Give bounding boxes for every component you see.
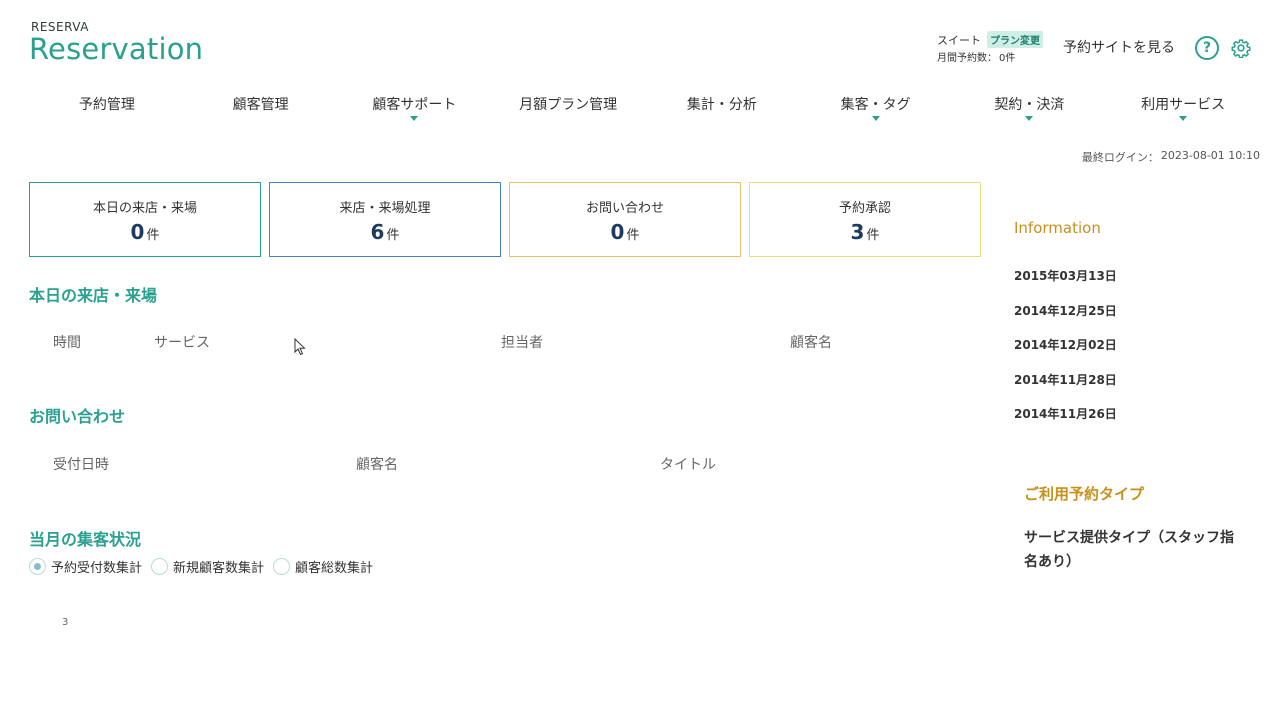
gear-icon[interactable] bbox=[1231, 38, 1251, 58]
nav-label: 利用サービス bbox=[1141, 97, 1226, 113]
card-label: お問い合わせ bbox=[585, 201, 664, 216]
card-label: 来店・来場処理 bbox=[339, 201, 431, 216]
nav-label: 契約・決済 bbox=[994, 97, 1065, 113]
nav-label: 集客・タグ bbox=[840, 97, 911, 113]
card-count: 0件 bbox=[30, 220, 260, 244]
column-header-customer: 顧客名 bbox=[790, 335, 832, 351]
column-header-staff: 担当者 bbox=[501, 335, 543, 351]
card-count: 0件 bbox=[510, 220, 740, 244]
today-visits-title: 本日の来店・来場 bbox=[29, 286, 158, 305]
reservation-type-title: ご利用予約タイプ bbox=[1024, 485, 1145, 503]
card-label: 本日の来店・来場 bbox=[92, 201, 197, 216]
information-title: Information bbox=[1014, 219, 1101, 237]
plan-name: スイート bbox=[937, 33, 981, 47]
card-today-visits[interactable]: 本日の来店・来場 0件 bbox=[29, 182, 261, 257]
column-header-received: 受付日時 bbox=[53, 457, 109, 473]
column-header-customer: 顧客名 bbox=[356, 457, 398, 473]
information-item[interactable]: 2014年12月02日 bbox=[1014, 336, 1117, 353]
card-value: 0 bbox=[610, 220, 625, 244]
last-login-label: 最終ログイン： bbox=[1081, 151, 1159, 164]
caret-down-icon bbox=[871, 116, 880, 121]
card-count: 6件 bbox=[270, 220, 500, 244]
caret-down-icon bbox=[410, 116, 419, 121]
card-inquiries[interactable]: お問い合わせ 0件 bbox=[509, 182, 741, 257]
last-login-value: 2023-08-01 10:10 bbox=[1160, 149, 1260, 162]
radio-reservations-count[interactable]: 予約受付数集計 bbox=[29, 557, 142, 576]
help-icon[interactable]: ? bbox=[1195, 36, 1219, 60]
nav-label: 集計・分析 bbox=[686, 97, 757, 113]
column-header-service: サービス bbox=[154, 335, 210, 351]
caret-down-icon bbox=[1179, 116, 1188, 121]
monthly-label: 月間予約数： bbox=[937, 53, 997, 64]
column-header-time: 時間 bbox=[53, 335, 81, 351]
card-label: 予約承認 bbox=[838, 201, 891, 216]
monthly-value: 0件 bbox=[999, 53, 1016, 64]
monthly-status-title: 当月の集客状況 bbox=[29, 530, 142, 549]
reservation-type-value: サービス提供タイプ（スタッフ指名あり） bbox=[1024, 530, 1234, 570]
card-reservation-approval[interactable]: 予約承認 3件 bbox=[749, 182, 981, 257]
radio-label: 予約受付数集計 bbox=[51, 561, 143, 576]
nav-label: 顧客サポート bbox=[372, 97, 457, 113]
nav-item-marketing-tags[interactable]: 集客・タグ bbox=[799, 94, 953, 124]
card-value: 3 bbox=[850, 220, 865, 244]
card-unit: 件 bbox=[866, 228, 880, 243]
column-header-title: タイトル bbox=[660, 457, 716, 473]
nav-item-customer-support[interactable]: 顧客サポート bbox=[338, 94, 492, 124]
plan-change-button[interactable]: プラン変更 bbox=[987, 31, 1043, 48]
radio-label: 顧客総数集計 bbox=[295, 561, 374, 576]
nav-item-reservations[interactable]: 予約管理 bbox=[30, 94, 184, 124]
monthly-reservations: 月間予約数： 0件 bbox=[937, 49, 1015, 64]
card-unit: 件 bbox=[626, 228, 640, 243]
inquiries-title: お問い合わせ bbox=[29, 407, 126, 426]
card-value: 0 bbox=[130, 220, 145, 244]
information-item[interactable]: 2015年03月13日 bbox=[1014, 267, 1117, 284]
radio-new-customers[interactable]: 新規顧客数集計 bbox=[151, 557, 264, 576]
aggregation-radio-group: 予約受付数集計 新規顧客数集計 顧客総数集計 bbox=[29, 557, 382, 576]
card-unit: 件 bbox=[146, 228, 160, 243]
card-count: 3件 bbox=[750, 220, 980, 244]
radio-unchecked-icon[interactable] bbox=[151, 558, 169, 575]
nav-item-monthly-plans[interactable]: 月額プラン管理 bbox=[491, 94, 645, 124]
card-visit-processing[interactable]: 来店・来場処理 6件 bbox=[269, 182, 501, 257]
view-site-link[interactable]: 予約サイトを見る bbox=[1063, 37, 1175, 57]
radio-checked-icon[interactable] bbox=[29, 558, 46, 575]
last-login: 最終ログイン： 2023-08-01 10:10 bbox=[1082, 149, 1260, 165]
card-unit: 件 bbox=[386, 228, 400, 243]
chart-y-tick: 3 bbox=[62, 617, 69, 628]
nav-item-contracts-payment[interactable]: 契約・決済 bbox=[953, 94, 1107, 124]
caret-down-icon bbox=[1025, 116, 1034, 121]
nav-item-customers[interactable]: 顧客管理 bbox=[184, 94, 338, 124]
radio-label: 新規顧客数集計 bbox=[173, 561, 265, 576]
information-item[interactable]: 2014年11月28日 bbox=[1014, 371, 1117, 388]
information-item[interactable]: 2014年11月26日 bbox=[1014, 405, 1117, 422]
nav-item-services[interactable]: 利用サービス bbox=[1106, 94, 1260, 124]
card-value: 6 bbox=[370, 220, 385, 244]
mouse-cursor-icon bbox=[294, 338, 306, 356]
radio-unchecked-icon[interactable] bbox=[273, 558, 291, 575]
nav-label: 月額プラン管理 bbox=[519, 97, 618, 113]
main-nav: 予約管理 顧客管理 顧客サポート 月額プラン管理 集計・分析 集客・タグ 契約・… bbox=[30, 94, 1260, 124]
nav-label: 予約管理 bbox=[78, 97, 135, 113]
nav-label: 顧客管理 bbox=[232, 97, 289, 113]
radio-total-customers[interactable]: 顧客総数集計 bbox=[273, 557, 373, 576]
brand-logo[interactable]: Reservation bbox=[29, 32, 203, 66]
information-item[interactable]: 2014年12月25日 bbox=[1014, 302, 1117, 319]
plan-info: スイート プラン変更 bbox=[937, 31, 1043, 48]
nav-item-analytics[interactable]: 集計・分析 bbox=[645, 94, 799, 124]
